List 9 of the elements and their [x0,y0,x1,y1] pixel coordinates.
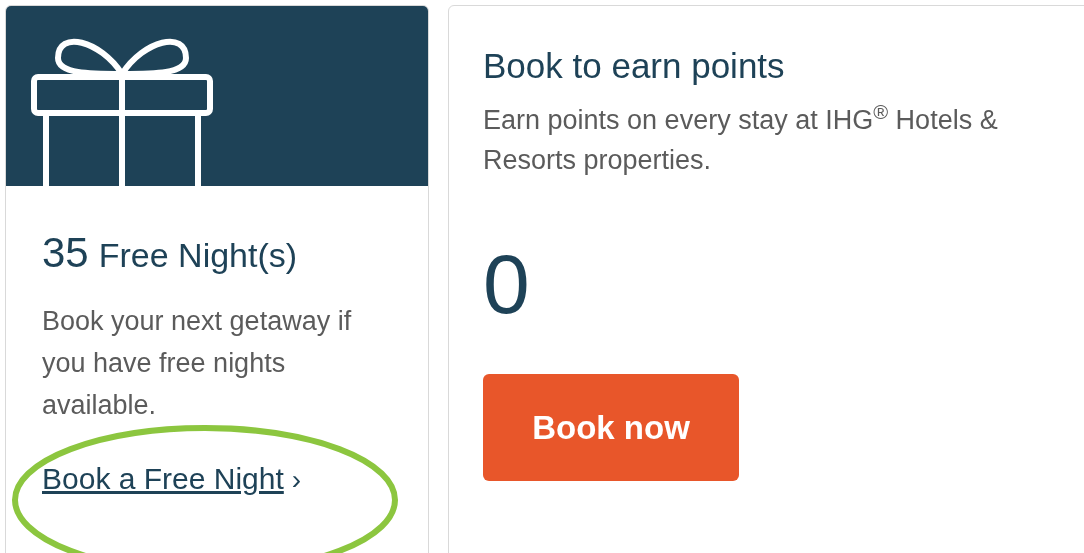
book-free-night-link[interactable]: Book a Free Night [42,456,284,501]
points-balance: 0 [483,241,531,326]
card-title: Book to earn points [483,45,786,87]
chevron-icon: › [291,459,302,501]
card-description: Book your next getaway if you have free nights available. [42,305,353,422]
book-now-button[interactable]: Book now [483,373,739,481]
card-description: Earn points on every stay at IHG$^{®}$ Hotels & Resorts properties. [483,99,999,177]
free-nights-label: Free Night(s) [98,238,298,272]
free-nights-count: 35 [42,232,89,274]
